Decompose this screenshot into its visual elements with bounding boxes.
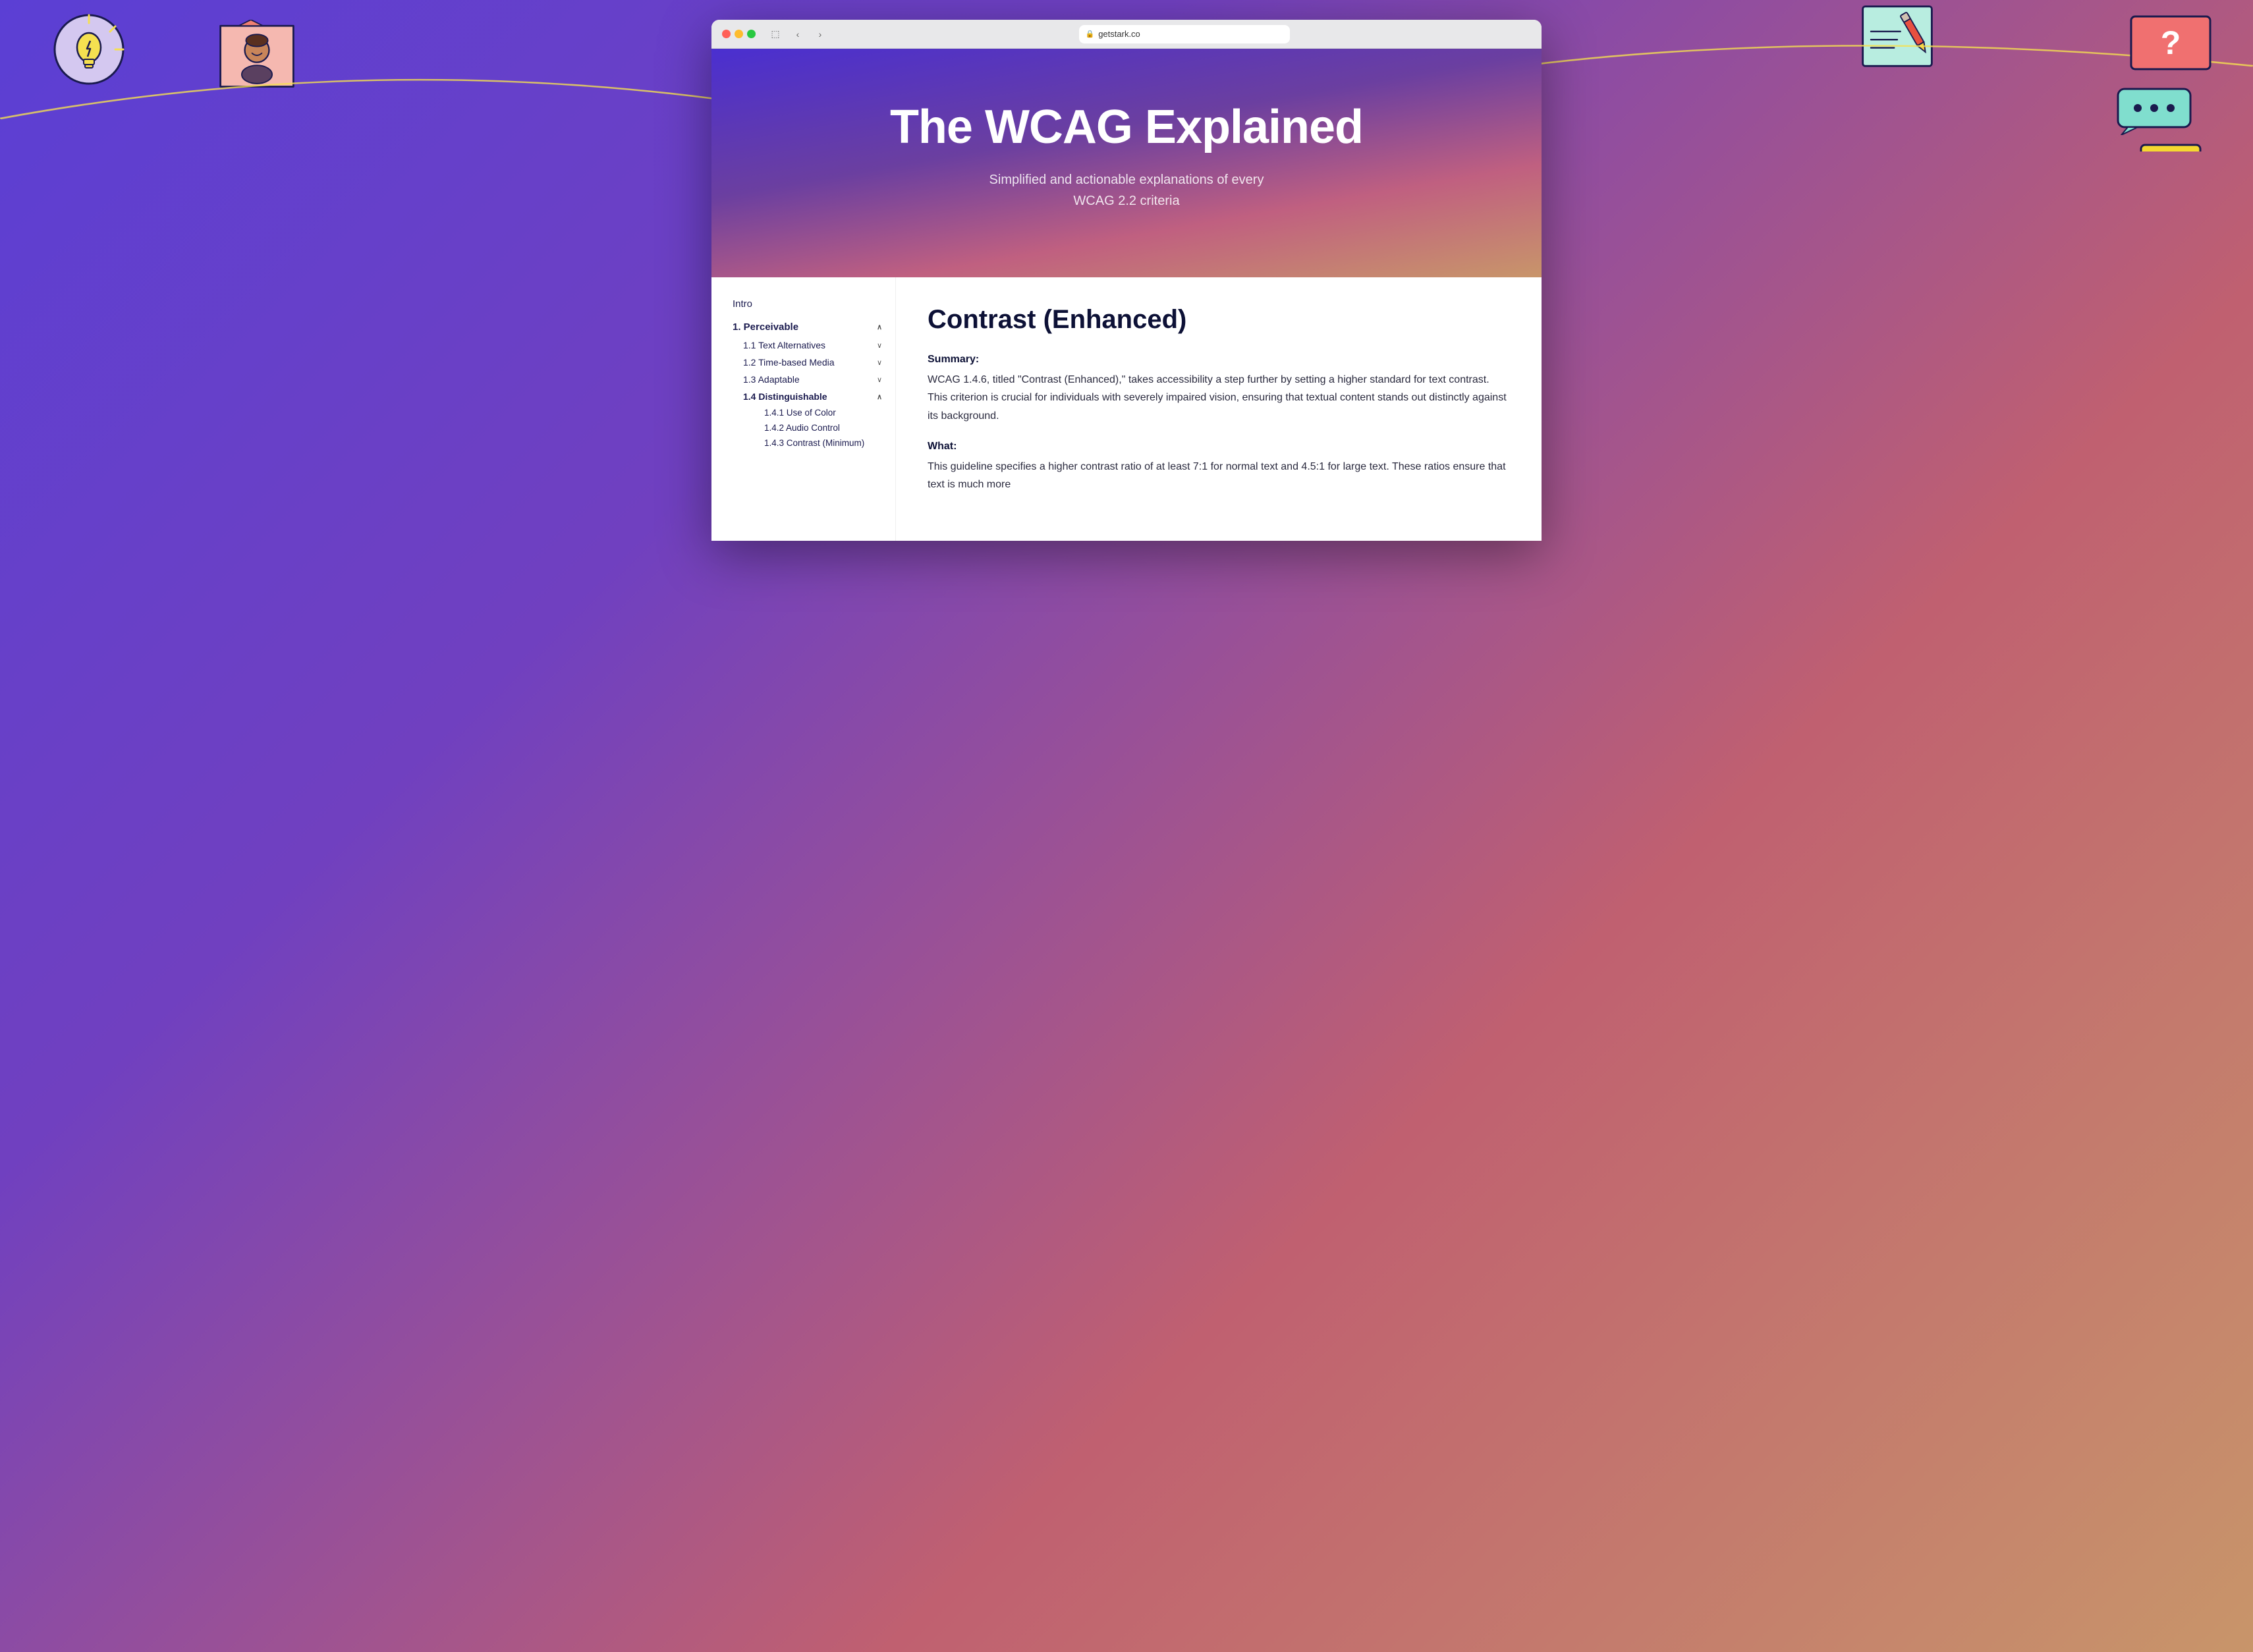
- time-based-media-chevron: ∨: [877, 358, 882, 367]
- sidebar-item-use-of-color[interactable]: 1.4.1 Use of Color: [754, 405, 882, 420]
- sidebar-section-perceivable-header[interactable]: 1. Perceivable ∧: [733, 317, 882, 337]
- back-button[interactable]: ‹: [789, 28, 807, 41]
- url-text: getstark.co: [1098, 29, 1140, 39]
- sidebar-item-text-alternatives[interactable]: 1.1 Text Alternatives ∨: [743, 337, 882, 354]
- person-card-icon: [211, 20, 303, 99]
- content-title: Contrast (Enhanced): [928, 304, 1510, 335]
- adaptable-chevron: ∨: [877, 375, 882, 384]
- sidebar-subsection-perceivable: 1.1 Text Alternatives ∨ 1.2 Time-based M…: [733, 337, 882, 451]
- text-alternatives-chevron: ∨: [877, 341, 882, 350]
- close-button[interactable]: [722, 30, 731, 38]
- text-alternatives-label: 1.1 Text Alternatives: [743, 340, 825, 350]
- maximize-button[interactable]: [747, 30, 756, 38]
- sidebar-item-distinguishable[interactable]: 1.4 Distinguishable ∧: [743, 388, 882, 405]
- hero-subtitle-line1: Simplified and actionable explanations o…: [989, 173, 1264, 187]
- time-based-media-label: 1.2 Time-based Media: [743, 357, 835, 368]
- outer-wrapper: ? ⬚ ‹ ›: [0, 0, 2253, 1652]
- sidebar-item-audio-control[interactable]: 1.4.2 Audio Control: [754, 420, 882, 435]
- browser-chrome: ⬚ ‹ › 🔒 getstark.co: [711, 20, 1542, 49]
- sidebar: Intro 1. Perceivable ∧ 1.1 Text Alternat…: [711, 277, 896, 541]
- hero-title: The WCAG Explained: [725, 101, 1528, 153]
- perceivable-chevron: ∧: [877, 323, 882, 331]
- minimize-button[interactable]: [735, 30, 743, 38]
- main-content: Contrast (Enhanced) Summary: WCAG 1.4.6,…: [896, 277, 1542, 541]
- sidebar-intro[interactable]: Intro: [733, 298, 882, 310]
- sidebar-section-perceivable: 1. Perceivable ∧ 1.1 Text Alternatives ∨…: [733, 317, 882, 451]
- distinguishable-subitems: 1.4.1 Use of Color 1.4.2 Audio Control 1…: [743, 405, 882, 451]
- what-label: What:: [928, 441, 1510, 453]
- sidebar-item-adaptable[interactable]: 1.3 Adaptable ∨: [743, 371, 882, 388]
- browser-window: ⬚ ‹ › 🔒 getstark.co The WCAG Explained S…: [711, 20, 1542, 541]
- sidebar-section-perceivable-label: 1. Perceivable: [733, 321, 798, 333]
- what-text: This guideline specifies a higher contra…: [928, 458, 1510, 493]
- document-icon: [1858, 3, 1937, 69]
- browser-controls: ⬚ ‹ ›: [766, 28, 829, 41]
- svg-text:?: ?: [2161, 24, 2181, 61]
- traffic-lights: [722, 30, 756, 38]
- question-card-icon: ?: [2128, 13, 2213, 72]
- hero-section: The WCAG Explained Simplified and action…: [711, 49, 1542, 277]
- checkmark-card-icon: [2138, 142, 2204, 151]
- lightbulb-icon: [53, 13, 125, 86]
- adaptable-label: 1.3 Adaptable: [743, 374, 800, 385]
- lock-icon: 🔒: [1086, 30, 1095, 38]
- distinguishable-chevron: ∧: [877, 393, 882, 401]
- hero-subtitle: Simplified and actionable explanations o…: [725, 169, 1528, 211]
- sidebar-item-time-based-media[interactable]: 1.2 Time-based Media ∨: [743, 354, 882, 371]
- summary-text: WCAG 1.4.6, titled "Contrast (Enhanced),…: [928, 371, 1510, 425]
- summary-label: Summary:: [928, 354, 1510, 366]
- forward-button[interactable]: ›: [811, 28, 829, 41]
- address-bar-wrapper: 🔒 getstark.co: [837, 25, 1531, 43]
- sidebar-toggle-button[interactable]: ⬚: [766, 28, 785, 41]
- distinguishable-label: 1.4 Distinguishable: [743, 391, 827, 402]
- address-bar[interactable]: 🔒 getstark.co: [1079, 25, 1290, 43]
- sidebar-item-contrast-minimum[interactable]: 1.4.3 Contrast (Minimum): [754, 435, 882, 451]
- hero-subtitle-line2: WCAG 2.2 criteria: [1073, 194, 1179, 208]
- chat-bubble-icon: [2115, 86, 2194, 135]
- content-area: Intro 1. Perceivable ∧ 1.1 Text Alternat…: [711, 277, 1542, 541]
